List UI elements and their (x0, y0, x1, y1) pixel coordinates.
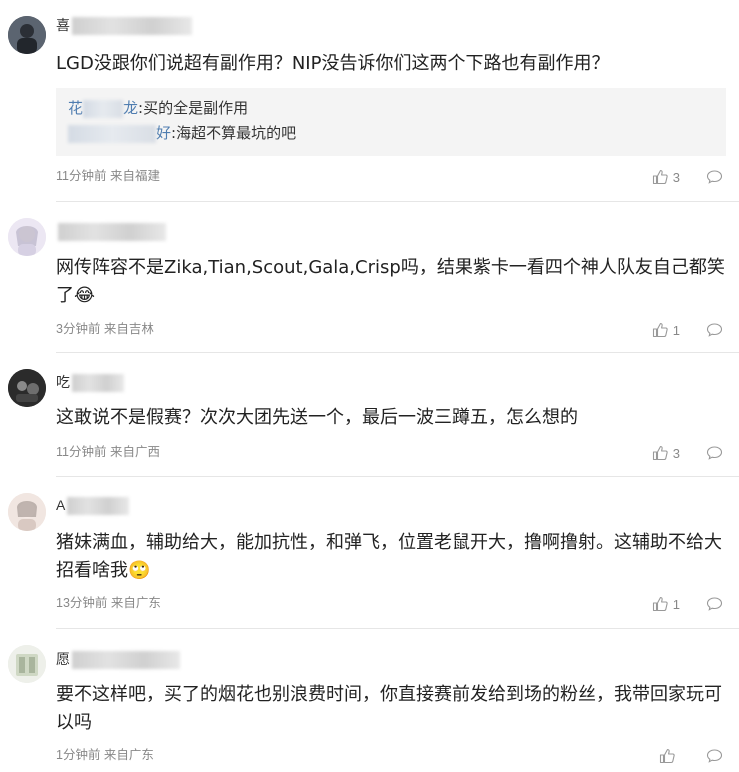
comment-bubble-icon[interactable] (706, 748, 723, 764)
reply-item: 好:海超不算最坑的吧 (68, 121, 714, 146)
comment-bubble-icon[interactable] (706, 596, 723, 612)
avatar[interactable] (8, 493, 46, 531)
reply-item: 花龙:买的全是副作用 (68, 96, 714, 121)
comment-meta: 13分钟前 来自广东 (56, 596, 161, 610)
reply-text: :海超不算最坑的吧 (171, 124, 297, 142)
user-name[interactable]: 喜 (56, 14, 192, 36)
comment-text: LGD没跟你们说超有副作用？NIP没告诉你们这两个下路也有副作用？ (56, 53, 610, 74)
comment-actions (659, 747, 723, 765)
comment-bubble-icon[interactable] (706, 445, 723, 461)
comment-item: 愿 要不这样吧，买了的烟花也别浪费时间，你直接赛前发给到场的粉丝，我带回家玩可以… (0, 629, 739, 772)
thumbs-up-icon (652, 596, 668, 612)
user-name[interactable] (56, 220, 166, 242)
comment-item: 喜 LGD没跟你们说超有副作用？NIP没告诉你们这两个下路也有副作用？ 花龙:买… (0, 0, 739, 202)
comment-text: 要不这样吧，买了的烟花也别浪费时间，你直接赛前发给到场的粉丝，我带回家玩可以吗 (56, 684, 722, 733)
like-button[interactable]: 3 (652, 169, 680, 185)
like-count: 3 (672, 169, 680, 185)
comment-text: 网传阵容不是Zika,Tian,Scout,Gala,Crisp吗，结果紫卡一看… (56, 257, 725, 306)
like-count: 3 (672, 445, 680, 461)
comment-text: 这敢说不是假赛？次次大团先送一个，最后一波三蹲五，怎么想的 (56, 407, 578, 428)
comment-actions: 3 (652, 168, 723, 186)
comment-meta: 3分钟前 来自吉林 (56, 322, 154, 336)
avatar[interactable] (8, 645, 46, 683)
reply-box: 花龙:买的全是副作用 好:海超不算最坑的吧 (56, 88, 726, 156)
user-name[interactable]: 愿 (56, 648, 180, 670)
avatar[interactable] (8, 218, 46, 256)
like-count: 1 (672, 322, 680, 338)
reply-user-name[interactable]: 好 (68, 124, 171, 143)
like-button[interactable] (659, 748, 680, 764)
reply-text: :买的全是副作用 (138, 99, 249, 117)
comment-item: A 猪妹满血，辅助给大，能加抗性，和弹飞，位置老鼠开大，撸啊撸射。这辅助不给大招… (0, 477, 739, 629)
avatar[interactable] (8, 16, 46, 54)
thumbs-up-icon (659, 748, 675, 764)
avatar[interactable] (8, 369, 46, 407)
comment-item: 网传阵容不是Zika,Tian,Scout,Gala,Crisp吗，结果紫卡一看… (0, 202, 739, 353)
comment-item: 吃 这敢说不是假赛？次次大团先送一个，最后一波三蹲五，怎么想的 11分钟前 来自… (0, 353, 739, 477)
comment-meta: 11分钟前 来自广西 (56, 445, 160, 459)
like-button[interactable]: 1 (652, 322, 680, 338)
like-button[interactable]: 1 (652, 596, 680, 612)
thumbs-up-icon (652, 445, 668, 461)
like-button[interactable]: 3 (652, 445, 680, 461)
user-name[interactable]: 吃 (56, 371, 124, 393)
comment-actions: 3 (652, 444, 723, 462)
comment-actions: 1 (652, 595, 723, 613)
comment-text: 猪妹满血，辅助给大，能加抗性，和弹飞，位置老鼠开大，撸啊撸射。这辅助不给大招看啥… (56, 532, 722, 581)
user-name[interactable]: A (56, 494, 130, 516)
thumbs-up-icon (652, 169, 668, 185)
comment-meta: 11分钟前 来自福建 (56, 169, 160, 183)
thumbs-up-icon (652, 322, 668, 338)
like-count: 1 (672, 596, 680, 612)
reply-user-name[interactable]: 花龙 (68, 99, 138, 118)
comment-bubble-icon[interactable] (706, 169, 723, 185)
comment-bubble-icon[interactable] (706, 322, 723, 338)
comment-meta: 1分钟前 来自广东 (56, 748, 154, 762)
comment-actions: 1 (652, 321, 723, 339)
